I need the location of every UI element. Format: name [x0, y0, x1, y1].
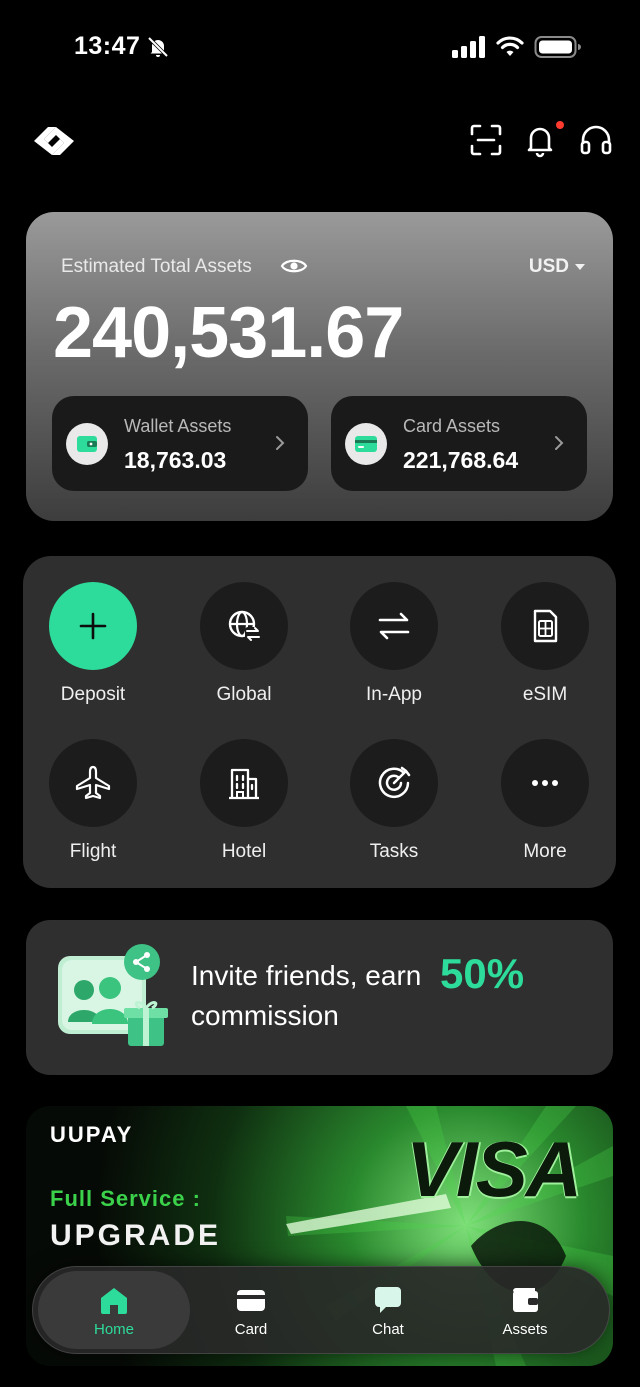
more-dots-icon	[501, 739, 589, 827]
invite-friends-illustration	[58, 944, 168, 1046]
invite-text-line1: Invite friends, earn	[191, 960, 422, 991]
service-label: Hotel	[221, 841, 267, 862]
battery-icon	[534, 36, 581, 58]
plus-icon	[49, 582, 137, 670]
card-assets-label: Card Assets	[403, 416, 501, 436]
total-assets-label: Estimated Total Assets	[61, 256, 252, 277]
tab-label: Home	[93, 1321, 134, 1338]
chat-icon	[375, 1287, 401, 1313]
tab-label: Chat	[372, 1321, 404, 1338]
status-bar: 13:47	[0, 0, 640, 95]
signal-icon	[452, 36, 485, 58]
tab-label: Card	[234, 1321, 268, 1338]
wallet-assets-card[interactable]: Wallet Assets 18,763.03	[52, 396, 308, 491]
wallet-icon	[513, 1288, 538, 1312]
eye-icon[interactable]	[280, 254, 308, 278]
service-global[interactable]: Global	[169, 582, 319, 706]
service-label: eSIM	[522, 684, 568, 705]
service-esim[interactable]: eSIM	[470, 582, 620, 706]
wallet-assets-label: Wallet Assets	[124, 416, 232, 436]
home-icon	[101, 1288, 127, 1314]
service-hotel[interactable]: Hotel	[169, 739, 319, 863]
sim-card-icon	[501, 582, 589, 670]
invite-commission-percent: 50%	[440, 950, 525, 997]
promo-title: UPGRADE	[50, 1219, 222, 1252]
bottom-tab-bar: Home Card Chat Assets	[32, 1266, 610, 1354]
card-assets-card[interactable]: Card Assets 221,768.64	[331, 396, 587, 491]
service-flight[interactable]: Flight	[18, 739, 168, 863]
service-tasks[interactable]: Tasks	[319, 739, 469, 863]
target-icon	[350, 739, 438, 827]
promo-kicker: Full Service :	[50, 1186, 201, 1211]
tab-assets[interactable]: Assets	[449, 1271, 601, 1349]
service-more[interactable]: More	[470, 739, 620, 863]
currency-selector[interactable]: USD	[529, 256, 585, 278]
notification-dot	[556, 121, 564, 129]
status-time: 13:47	[74, 32, 141, 60]
card-assets-value: 221,768.64	[403, 447, 519, 473]
swap-arrows-icon	[350, 582, 438, 670]
service-label: Deposit	[60, 684, 126, 705]
service-label: Global	[216, 684, 272, 705]
services-grid: Deposit Global In-App eSIM Flight Hotel …	[23, 556, 616, 888]
tab-card[interactable]: Card	[175, 1271, 327, 1349]
total-assets-card: Estimated Total Assets USD 240,531.67 Wa…	[26, 212, 613, 521]
notification-bell-icon[interactable]	[522, 122, 558, 158]
headset-icon[interactable]	[578, 122, 614, 158]
wallet-assets-value: 18,763.03	[124, 447, 227, 473]
service-label: Tasks	[369, 841, 419, 862]
service-deposit[interactable]: Deposit	[18, 582, 168, 706]
logo-icon	[34, 127, 74, 155]
promo-brand: UUPAY	[50, 1122, 134, 1147]
total-assets-value: 240,531.67	[53, 293, 404, 373]
chevron-right-icon	[276, 436, 285, 450]
building-icon	[200, 739, 288, 827]
service-label: More	[523, 841, 567, 862]
wifi-icon	[496, 36, 524, 56]
globe-transfer-icon	[200, 582, 288, 670]
bell-off-icon	[147, 36, 169, 58]
scan-icon[interactable]	[468, 122, 504, 158]
currency-label: USD	[528, 256, 569, 277]
airplane-icon	[49, 739, 137, 827]
invite-text-line2: commission	[191, 1000, 339, 1031]
tab-chat[interactable]: Chat	[312, 1271, 464, 1349]
app-header	[0, 110, 640, 172]
tab-home[interactable]: Home	[38, 1271, 190, 1349]
card-icon	[237, 1290, 265, 1311]
chevron-right-icon	[555, 436, 564, 450]
caret-down-icon	[575, 263, 585, 270]
tab-label: Assets	[502, 1321, 548, 1338]
card-icon	[345, 423, 387, 465]
service-label: In-App	[366, 684, 422, 705]
service-in-app[interactable]: In-App	[319, 582, 469, 706]
visa-logo: VISA	[406, 1125, 582, 1213]
wallet-icon	[66, 423, 108, 465]
service-label: Flight	[69, 841, 117, 862]
invite-banner[interactable]: Invite friends, earn 50% commission	[26, 920, 613, 1075]
